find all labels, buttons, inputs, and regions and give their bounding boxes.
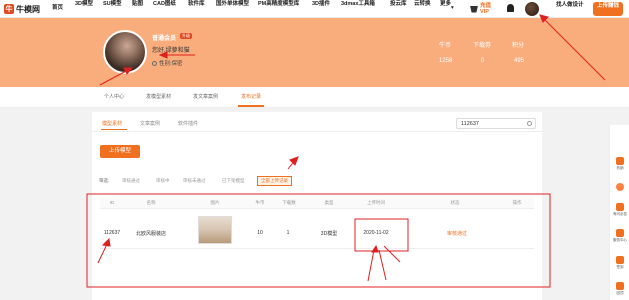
stat-label-coupons: 下载券 <box>473 43 492 49</box>
tab-personal-center[interactable]: 个人中心 <box>104 93 124 100</box>
nav-item-cloud-convert[interactable]: 云转换 <box>414 1 431 8</box>
col-header-coins: 牛币 <box>255 200 265 205</box>
col-header-type: 类型 <box>324 200 334 205</box>
stat-value-coupons: 0 <box>481 58 485 64</box>
nav-item-su-model[interactable]: SU模型 <box>103 1 122 8</box>
vip-recharge[interactable]: 充值VIP <box>470 3 494 15</box>
search-input[interactable] <box>457 119 523 128</box>
logo-icon: 牛 <box>4 4 14 14</box>
filter-rejected[interactable]: 审核未通过 <box>183 178 206 184</box>
cell-status: 审核通过 <box>446 231 467 237</box>
upload-earn-button[interactable]: 上传赚钱 <box>593 2 623 16</box>
nav-item-3dmax-tools[interactable]: 3dmax工具箱 <box>341 1 381 8</box>
search-box[interactable] <box>456 118 536 129</box>
side-service[interactable]: 服务中心 <box>612 229 628 243</box>
greeting-text: 您好,绿萝和猫 <box>152 48 190 54</box>
upgrade-badge[interactable]: 升级 <box>180 33 192 39</box>
top-navbar: 牛 牛模网 首页 3D模型 SU模型 贴图 CAD图纸 软件库 国外单体模型 P… <box>0 0 629 18</box>
table-row <box>100 209 534 249</box>
gender-label: 性别:保密 <box>159 61 183 67</box>
bell-icon[interactable] <box>507 4 514 12</box>
filter-reviewing[interactable]: 审核中 <box>156 178 170 184</box>
profile-avatar[interactable] <box>103 30 147 74</box>
nav-item-home[interactable]: 首页 <box>52 5 63 12</box>
active-tab-indicator <box>238 105 264 107</box>
nav-item-3d-plugin[interactable]: 3D插件 <box>312 1 330 8</box>
cell-type: 3D模型 <box>320 231 338 237</box>
gender-info: 性别:保密 <box>152 59 183 67</box>
stat-value-coins: 1258 <box>439 58 453 64</box>
side-share[interactable] <box>612 183 628 192</box>
side-checkin[interactable]: 签到 <box>612 256 628 270</box>
nav-item-toy-library[interactable]: 投云库 <box>390 1 407 8</box>
nav-item-software[interactable]: 软件库 <box>188 1 205 8</box>
filter-approved[interactable]: 审核通过 <box>122 178 140 184</box>
records-panel: 模型素材 文章案例 软件插件 上传模型 筛选: 审核通过 审核中 审核未通过 已… <box>92 112 542 300</box>
diamond-icon <box>470 5 478 13</box>
model-thumbnail[interactable] <box>198 216 232 244</box>
stat-label-coins: 牛币 <box>439 43 452 49</box>
find-designer-link[interactable]: 找人做设计 <box>556 2 584 9</box>
side-qa[interactable]: 有问必答 <box>612 203 628 217</box>
headset-icon <box>616 229 624 237</box>
gender-icon <box>152 60 157 66</box>
member-level: 普通会员 <box>152 36 177 42</box>
nav-item-more[interactable]: 更多 <box>440 1 451 8</box>
arrow-up-icon <box>616 282 624 290</box>
tab-post-article[interactable]: 发文章案例 <box>193 93 218 100</box>
col-header-actions: 操作 <box>512 200 522 205</box>
nav-item-pm-model[interactable]: PM高精度模型库 <box>258 1 302 8</box>
side-back-top[interactable]: 回顶 <box>612 282 628 296</box>
fire-icon <box>616 157 624 165</box>
site-logo[interactable]: 牛 牛模网 <box>4 3 40 15</box>
chevron-down-icon[interactable]: ▾ <box>451 5 454 12</box>
nav-item-cad[interactable]: CAD图纸 <box>153 1 176 8</box>
side-back-top-label: 回顶 <box>616 291 624 295</box>
cell-name[interactable]: 北欧风服装店 <box>122 230 180 237</box>
cell-downloads: 1 <box>286 230 290 236</box>
share-icon <box>616 183 624 191</box>
filter-label: 筛选: <box>99 178 110 183</box>
calendar-icon <box>616 256 624 264</box>
upload-model-button[interactable]: 上传模型 <box>100 145 140 158</box>
subtab-model-assets[interactable]: 模型素材 <box>102 120 122 127</box>
col-header-status: 状态 <box>450 200 460 205</box>
col-header-id: ID <box>109 200 115 205</box>
nav-item-texture[interactable]: 贴图 <box>132 1 143 8</box>
stat-value-points: 495 <box>514 58 525 64</box>
col-header-downloads: 下载数 <box>282 200 296 205</box>
search-icon[interactable] <box>527 121 532 126</box>
side-hot-label: 热销 <box>616 166 624 170</box>
col-header-name: 名称 <box>146 200 156 205</box>
side-service-label: 服务中心 <box>613 238 627 242</box>
nav-item-3d-model[interactable]: 3D模型 <box>75 1 93 8</box>
side-hot[interactable]: 热销 <box>612 157 628 171</box>
side-qa-label: 有问必答 <box>613 212 627 216</box>
filter-all-records[interactable]: 全部上传记录 <box>257 176 292 186</box>
stat-label-points: 积分 <box>512 43 525 49</box>
col-header-upload-time: 上传时间 <box>367 200 385 205</box>
subtab-software-plugins[interactable]: 软件插件 <box>178 120 198 127</box>
subtab-articles[interactable]: 文章案例 <box>140 120 160 127</box>
vip-label: 充值VIP <box>480 3 492 15</box>
profile-tab-bar <box>0 87 629 108</box>
profile-banner <box>0 18 629 87</box>
col-header-image: 图片 <box>210 200 220 205</box>
nav-item-foreign-model[interactable]: 国外单体模型 <box>216 1 250 8</box>
tab-post-model[interactable]: 发模型素材 <box>146 93 171 100</box>
side-checkin-label: 签到 <box>616 265 624 269</box>
tab-publish-records[interactable]: 发布记录 <box>241 93 261 100</box>
cell-upload-time: 2020-11-02 <box>363 230 389 236</box>
logo-text: 牛模网 <box>16 4 40 14</box>
active-subtab-indicator <box>101 129 127 130</box>
cell-coins: 10 <box>257 230 263 236</box>
user-avatar[interactable] <box>525 2 539 16</box>
filter-offline[interactable]: 已下架模型 <box>222 178 245 184</box>
divider <box>92 131 542 132</box>
chat-icon <box>616 203 624 211</box>
right-float-bar: 热销 有问必答 服务中心 签到 回顶 <box>609 125 629 300</box>
